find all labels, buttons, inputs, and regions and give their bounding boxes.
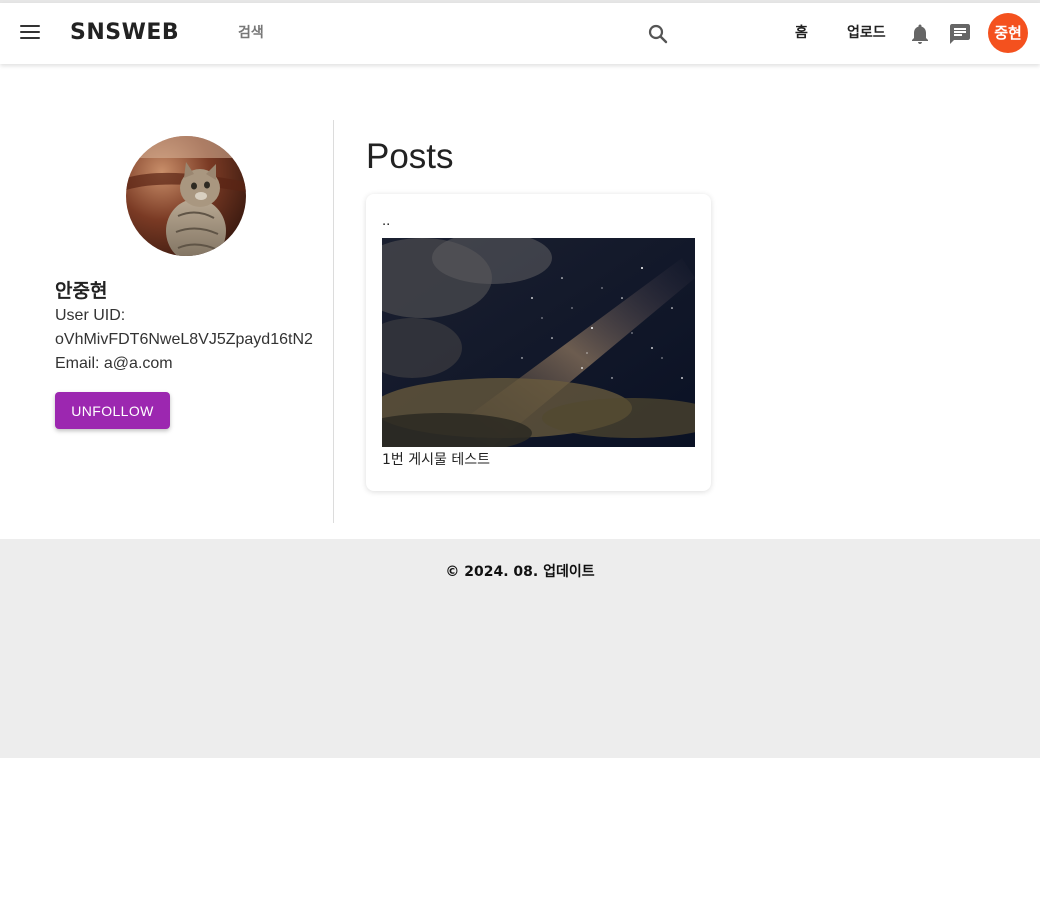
app-bar: SNSWEB 홈 업로드 중현: [0, 3, 1040, 64]
profile-panel: 안중현 User UID: oVhMivFDT6NweL8VJ5Zpayd16t…: [0, 120, 333, 523]
search-input[interactable]: [232, 17, 642, 49]
footer-copyright: © 2024. 08. 업데이트: [445, 564, 595, 580]
notification-bell-icon[interactable]: [908, 22, 932, 46]
footer: © 2024. 08. 업데이트: [0, 539, 1040, 758]
post-card[interactable]: .. 1번 게시물 테스트: [366, 194, 711, 491]
unfollow-button[interactable]: UNFOLLOW: [55, 392, 170, 429]
profile-avatar-photo: [126, 136, 246, 256]
nav-home-link[interactable]: 홈: [795, 22, 808, 42]
chat-message-icon[interactable]: [948, 22, 972, 46]
menu-icon[interactable]: [18, 21, 44, 47]
search-icon[interactable]: [646, 22, 670, 46]
nav-upload-link[interactable]: 업로드: [847, 22, 886, 42]
user-avatar-button[interactable]: 중현: [988, 13, 1028, 53]
posts-heading: Posts: [366, 137, 454, 176]
user-uid-label: User UID:: [55, 307, 126, 324]
post-caption: 1번 게시물 테스트: [382, 452, 490, 468]
post-image[interactable]: [382, 238, 695, 447]
vertical-divider: [333, 120, 334, 523]
post-title: ..: [382, 212, 391, 229]
user-email: Email: a@a.com: [55, 355, 173, 372]
profile-name: 안중현: [55, 280, 108, 302]
brand-logo[interactable]: SNSWEB: [70, 20, 179, 45]
user-uid-value: oVhMivFDT6NweL8VJ5Zpayd16tN2: [55, 331, 313, 348]
